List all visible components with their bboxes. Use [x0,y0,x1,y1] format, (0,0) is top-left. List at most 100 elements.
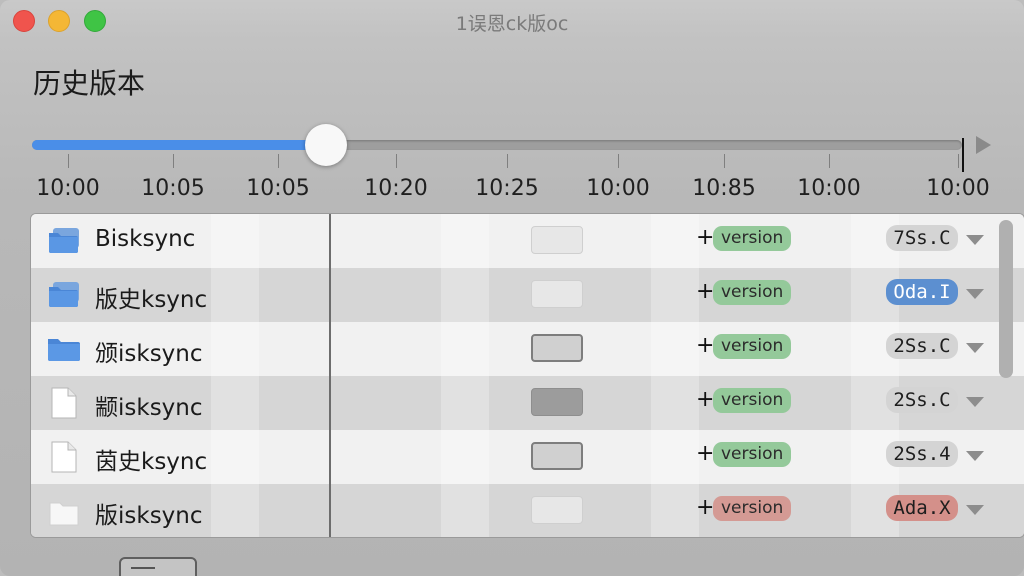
timeline-tick [724,154,725,168]
chevron-down-icon[interactable] [966,343,984,353]
document-icon [47,441,81,473]
folder-icon [47,333,81,365]
add-version-button[interactable]: + [696,441,714,466]
timeline-tick [173,154,174,168]
sidebar-toggle-button[interactable] [119,557,197,576]
add-version-button[interactable]: + [696,279,714,304]
add-version-button[interactable]: + [696,333,714,358]
timeline-tick-label[interactable]: 10:05 [141,176,204,201]
title-bar: 1误恩ck版oc [0,0,1024,42]
timeline-tick-label[interactable]: 10:05 [246,176,309,201]
scrollbar[interactable] [999,220,1015,530]
preview-thumbnail[interactable] [531,442,583,470]
version-tag[interactable]: version [713,280,792,305]
timeline-progress [32,140,321,150]
add-version-button[interactable]: + [696,225,714,250]
play-icon[interactable] [976,136,991,154]
preview-thumbnail[interactable] [531,280,583,308]
document-faint-icon [47,495,81,527]
version-tag[interactable]: version [713,226,792,251]
row-band [211,376,259,430]
status-badge: 7Ss.C [886,225,958,251]
column-divider[interactable] [329,214,331,537]
chevron-down-icon[interactable] [966,235,984,245]
chevron-down-icon[interactable] [966,505,984,515]
timeline-tick [829,154,830,168]
table-row[interactable]: 版isksync + version Ada.X [31,484,1024,537]
timeline-tick [958,154,959,168]
table-row[interactable]: 颛isksync + version 2Ss.C [31,376,1024,430]
timeline-slider-thumb[interactable] [305,124,348,166]
preview-thumbnail[interactable] [531,496,583,524]
chevron-down-icon[interactable] [966,397,984,407]
status-badge: 2Ss.C [886,333,958,359]
folder-stack-icon [47,279,81,311]
version-tag[interactable]: version [713,442,792,467]
version-tag[interactable]: version [713,388,792,413]
row-band [441,376,489,430]
table-row[interactable]: 版史ksync + version Oda.I [31,268,1024,322]
row-band [651,214,699,268]
row-band [211,322,259,376]
timeline-tick-label[interactable]: 10:25 [475,176,538,201]
preview-thumbnail[interactable] [531,388,583,416]
timeline-tick [618,154,619,168]
timeline-tick-label[interactable]: 10:00 [586,176,649,201]
timeline-tick [507,154,508,168]
timeline-tick [68,154,69,168]
row-name: 颁isksync [95,341,203,367]
version-timeline: 10:00 10:05 10:05 10:20 10:25 10:00 10:85 10:00… [32,118,994,208]
sidebar-toggle-icon [131,567,155,569]
timeline-tick-label[interactable]: 10:00 [36,176,99,201]
row-band [651,484,699,537]
row-name: 颛isksync [95,395,203,421]
add-version-button[interactable]: + [696,387,714,412]
table-row[interactable]: 颁isksync + version 2Ss.C [31,322,1024,376]
folder-stack-icon [47,225,81,257]
row-band [441,430,489,484]
row-band [651,322,699,376]
table-row[interactable]: 茵史ksync + version 2Ss.4 [31,430,1024,484]
version-tag[interactable]: version [713,334,792,359]
row-band [211,214,259,268]
version-tag[interactable]: version [713,496,792,521]
row-band [441,484,489,537]
timeline-tick-label[interactable]: 10:00 [797,176,860,201]
status-badge: 2Ss.C [886,387,958,413]
row-name: 版史ksync [95,287,208,313]
timeline-track[interactable] [32,140,962,150]
timeline-end-marker [962,138,964,172]
row-band [651,376,699,430]
timeline-tick [396,154,397,168]
row-band [651,268,699,322]
preview-thumbnail[interactable] [531,334,583,362]
status-badge: 2Ss.4 [886,441,958,467]
row-band [651,430,699,484]
preview-thumbnail[interactable] [531,226,583,254]
chevron-down-icon[interactable] [966,451,984,461]
row-band [441,268,489,322]
row-band [211,268,259,322]
row-band [441,214,489,268]
status-badge: Ada.X [886,495,958,521]
chevron-down-icon[interactable] [966,289,984,299]
row-band [441,322,489,376]
timeline-tick-label[interactable]: 10:85 [692,176,755,201]
app-window: 1误恩ck版oc 历史版本 10:00 10:05 10:05 10:20 10:25 1… [0,0,1024,576]
row-name: 版isksync [95,503,203,529]
row-name: Bisksync [95,226,196,252]
timeline-tick-label[interactable]: 10:20 [364,176,427,201]
status-badge: Oda.I [886,279,958,305]
page-title: 历史版本 [33,67,146,100]
window-title: 1误恩ck版oc [455,13,569,35]
timeline-tick-label[interactable]: 10:00 [926,176,989,201]
timeline-tick [278,154,279,168]
table-row[interactable]: Bisksync + version 7Ss.C [31,214,1024,268]
row-name: 茵史ksync [95,449,208,475]
row-band [211,430,259,484]
scrollbar-thumb[interactable] [999,220,1013,378]
document-icon [47,387,81,419]
version-list: 版isksync + version Ada.X 茵史ksync + version 2Ss.… [30,213,1024,538]
row-band [211,484,259,537]
add-version-button[interactable]: + [696,495,714,520]
